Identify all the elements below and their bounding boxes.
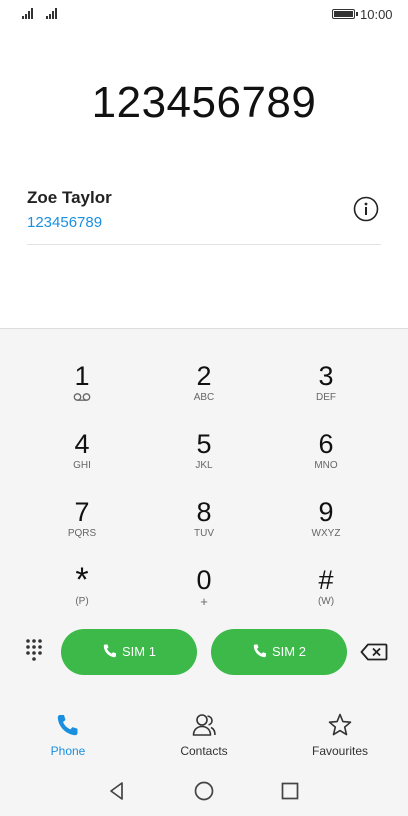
- key-digit: 0: [196, 565, 212, 595]
- phone-icon: [57, 715, 78, 736]
- status-bar: 10:00: [0, 0, 408, 28]
- key-digit: 3: [318, 361, 334, 391]
- phone-call-icon: [253, 644, 267, 658]
- key-6[interactable]: 6 MNO: [271, 400, 381, 471]
- key-2[interactable]: 2 ABC: [149, 332, 259, 403]
- key-digit: 7: [74, 497, 90, 527]
- key-7[interactable]: 7 PQRS: [27, 468, 137, 539]
- key-5[interactable]: 5 JKL: [149, 400, 259, 471]
- key-digit: 9: [318, 497, 334, 527]
- key-digit: 2: [196, 361, 212, 391]
- contact-name: Zoe Taylor: [27, 188, 112, 207]
- key-digit: 5: [196, 429, 212, 459]
- key-digit: 8: [196, 497, 212, 527]
- key-letters: +: [200, 594, 208, 609]
- contact-number: 123456789: [27, 214, 103, 231]
- key-digit: #: [318, 565, 334, 595]
- backspace-icon[interactable]: [360, 643, 388, 661]
- contacts-icon: [192, 714, 216, 736]
- key-digit: 6: [318, 429, 334, 459]
- star-icon: [328, 713, 352, 736]
- phone-call-icon: [103, 644, 117, 658]
- signal-icon: [46, 8, 60, 19]
- tab-favourites-label: Favourites: [311, 744, 369, 758]
- key-3[interactable]: 3 DEF: [271, 332, 381, 403]
- call-sim2-button[interactable]: SIM 2: [211, 629, 347, 675]
- recents-nav-icon[interactable]: [279, 780, 301, 802]
- tab-favourites[interactable]: Favourites: [280, 712, 400, 758]
- key-letters: (W): [317, 596, 335, 607]
- key-1[interactable]: 1: [27, 332, 137, 401]
- key-digit: *: [75, 561, 89, 599]
- tab-phone-label: Phone: [50, 744, 86, 758]
- dialpad-toggle-icon[interactable]: [25, 638, 43, 663]
- call-sim1-button[interactable]: SIM 1: [61, 629, 197, 675]
- key-hash[interactable]: # (W): [271, 536, 381, 607]
- key-8[interactable]: 8 TUV: [149, 468, 259, 539]
- sim2-label: SIM 2: [272, 644, 306, 659]
- key-star[interactable]: * (P): [27, 536, 137, 607]
- dialed-number: 123456789: [91, 78, 317, 127]
- key-0[interactable]: 0 +: [149, 536, 259, 608]
- back-nav-icon[interactable]: [106, 780, 128, 802]
- tab-phone[interactable]: Phone: [8, 712, 128, 758]
- info-icon[interactable]: [353, 196, 379, 222]
- key-letters: (P): [75, 596, 89, 607]
- key-9[interactable]: 9 WXYZ: [271, 468, 381, 539]
- sim1-label: SIM 1: [122, 644, 156, 659]
- contact-suggestion[interactable]: Zoe Taylor 123456789: [27, 184, 381, 245]
- signal-icon: [22, 8, 36, 19]
- key-digit: 4: [74, 429, 90, 459]
- battery-icon: [332, 9, 358, 19]
- tab-contacts[interactable]: Contacts: [144, 712, 264, 758]
- home-nav-icon[interactable]: [193, 780, 215, 802]
- key-4[interactable]: 4 GHI: [27, 400, 137, 471]
- status-time: 10:00: [360, 7, 393, 22]
- tab-contacts-label: Contacts: [180, 744, 228, 758]
- key-digit: 1: [74, 361, 90, 391]
